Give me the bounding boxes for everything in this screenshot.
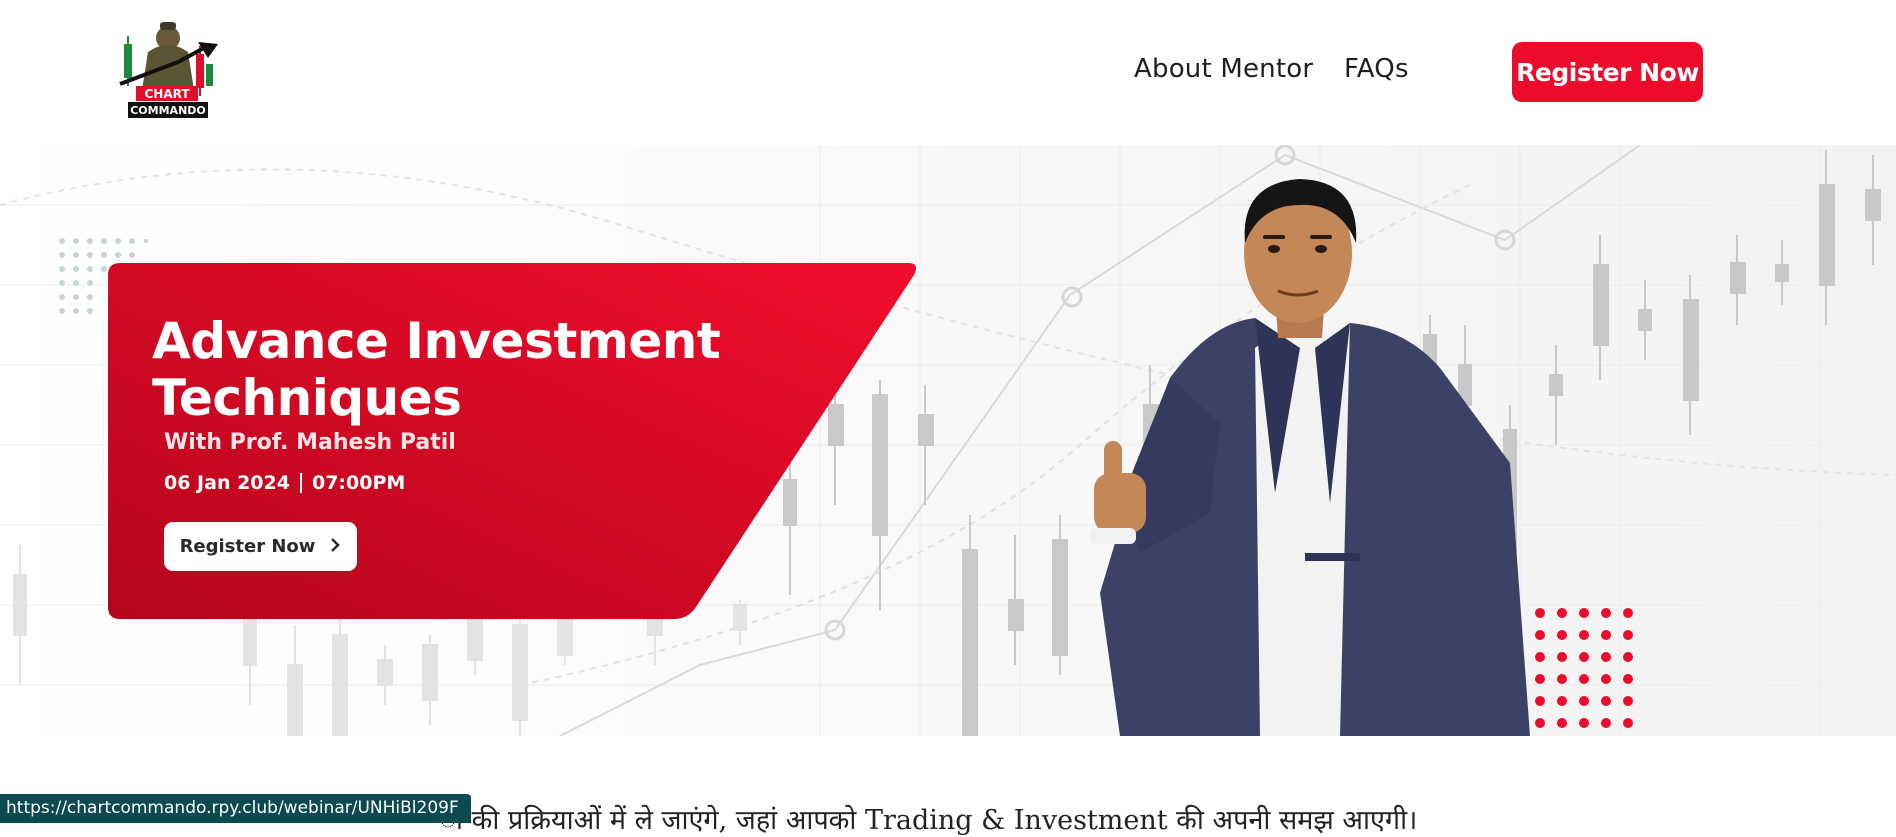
site-header: CHART COMMANDO About Mentor FAQs Registe… xyxy=(0,0,1896,145)
hero-datetime: 06 Jan 2024 07:00PM xyxy=(164,472,405,494)
hero-time: 07:00PM xyxy=(311,472,406,494)
nav-about-mentor[interactable]: About Mentor xyxy=(1134,54,1313,84)
hero-register-button[interactable]: Register Now xyxy=(164,522,357,571)
nav-faqs[interactable]: FAQs xyxy=(1344,54,1409,84)
status-bar-url: https://chartcommando.rpy.club/webinar/U… xyxy=(0,794,471,823)
header-register-button[interactable]: Register Now xyxy=(1512,42,1703,102)
mentor-photo xyxy=(1090,179,1530,736)
hero-title: Advance Investment Techniques xyxy=(152,312,721,427)
date-separator xyxy=(299,473,302,493)
hero-date: 06 Jan 2024 xyxy=(164,472,290,494)
chart-commando-logo[interactable]: CHART COMMANDO xyxy=(118,18,230,124)
intro-text: ी की प्रक्रियाओं में ले जाएंगे, जहां आपक… xyxy=(440,805,1418,836)
chevron-right-icon xyxy=(329,536,341,557)
hero-subtitle: With Prof. Mahesh Patil xyxy=(164,430,456,455)
logo-text-chart: CHART xyxy=(144,87,190,101)
logo-text-commando: COMMANDO xyxy=(130,104,206,117)
hero-register-label: Register Now xyxy=(179,536,316,557)
decorative-red-dot-grid xyxy=(1535,608,1633,728)
hero-banner: Advance Investment Techniques With Prof.… xyxy=(0,145,1896,736)
